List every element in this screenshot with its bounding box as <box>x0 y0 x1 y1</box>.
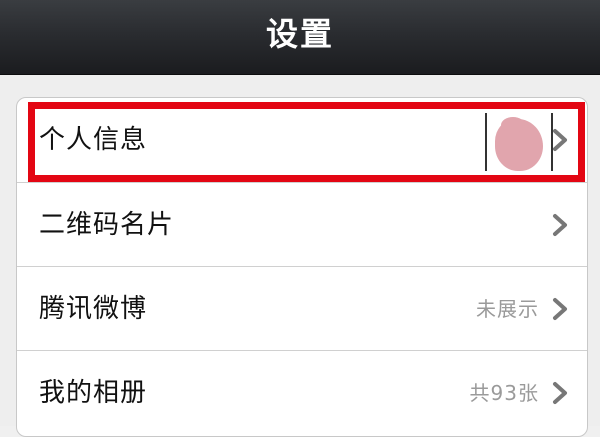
settings-row-my-album[interactable]: 我的相册 共93张 <box>17 350 587 434</box>
settings-row-profile[interactable]: 个人信息 <box>17 98 587 182</box>
settings-row-qr-card[interactable]: 二维码名片 <box>17 182 587 266</box>
navigation-bar: 设置 <box>0 0 600 75</box>
chevron-right-icon <box>553 382 567 404</box>
settings-row-tencent-weibo[interactable]: 腾讯微博 未展示 <box>17 266 587 350</box>
page-title: 设置 <box>265 15 334 53</box>
settings-content: 个人信息 二维码名片 腾讯微博 未展示 我的相册 共93张 <box>0 75 600 437</box>
row-value: 未展示 <box>476 297 539 321</box>
row-label: 我的相册 <box>39 378 148 408</box>
settings-group: 个人信息 二维码名片 腾讯微博 未展示 我的相册 共93张 <box>16 97 588 437</box>
chevron-right-icon <box>553 129 567 151</box>
row-value: 共93张 <box>469 381 539 405</box>
row-label: 腾讯微博 <box>39 294 148 324</box>
chevron-right-icon <box>553 214 567 236</box>
chevron-right-icon <box>553 298 567 320</box>
row-label: 个人信息 <box>39 125 148 155</box>
row-label: 二维码名片 <box>39 210 175 240</box>
avatar-top <box>501 117 525 133</box>
